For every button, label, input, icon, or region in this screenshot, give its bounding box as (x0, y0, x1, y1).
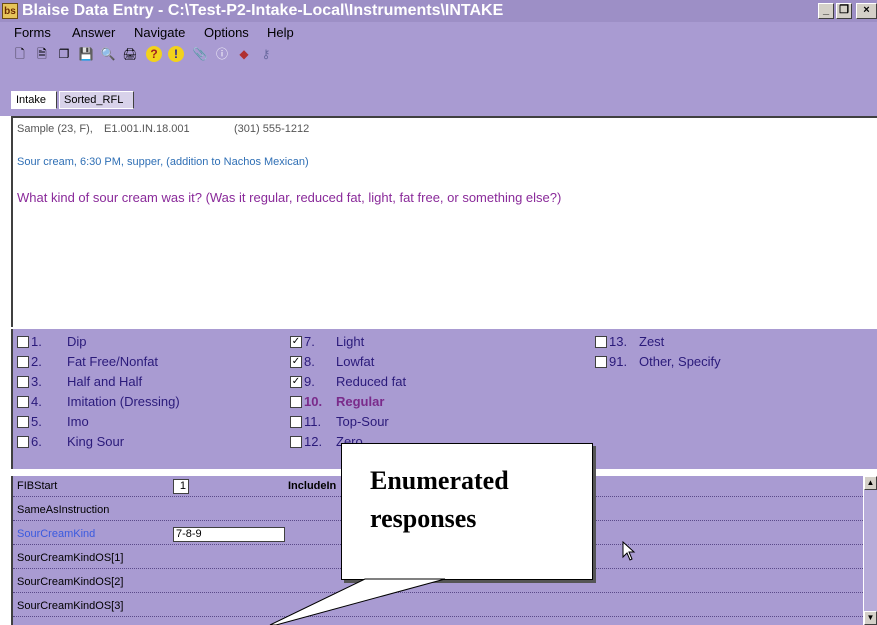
window-title: Blaise Data Entry - C:\Test-P2-Intake-Lo… (22, 2, 504, 19)
menu-bar: Forms Answer Navigate Options Help (0, 22, 877, 42)
option-fat-free[interactable]: 2. Fat Free/Nonfat (17, 354, 217, 370)
callout-line-1: Enumerated (370, 466, 509, 495)
close-button[interactable]: × (856, 3, 877, 19)
callout-box: Enumerated responses (341, 443, 593, 580)
option-reduced-fat[interactable]: ✓ 9. Reduced fat (290, 374, 490, 390)
tab-sorted-rfl[interactable]: Sorted_RFL (59, 91, 134, 109)
option-top-sour[interactable]: 11. Top-Sour (290, 414, 490, 430)
option-dip[interactable]: 1. Dip (17, 334, 217, 350)
option-king-sour[interactable]: 6. King Sour (17, 434, 217, 450)
tab-intake[interactable]: Intake (11, 91, 57, 109)
option-zest[interactable]: 13. Zest (595, 334, 795, 350)
sourcreamkind-field[interactable]: 7-8-9 (173, 527, 285, 542)
checkbox[interactable] (17, 416, 29, 428)
tag-icon[interactable]: ◆ (236, 46, 252, 62)
alert-icon[interactable]: ! (168, 46, 184, 62)
respondent-info: Sample (23, F), (17, 123, 93, 135)
print-preview-icon[interactable]: 🖨 (122, 46, 138, 62)
callout-line-2: responses (370, 504, 477, 533)
minimize-button[interactable]: _ (818, 3, 834, 19)
checkbox[interactable] (290, 416, 302, 428)
phone-number: (301) 555-1212 (234, 123, 310, 135)
checkbox-checked[interactable]: ✓ (290, 376, 302, 388)
question-text: What kind of sour cream was it? (Was it … (17, 190, 562, 205)
option-half-and-half[interactable]: 3. Half and Half (17, 374, 217, 390)
mouse-cursor-icon (622, 541, 636, 561)
toolbar: 🗋 🗎 ❐ 💾 🔍 🖨 ? ! 📎 ⓘ ◆ ⚷ (0, 42, 877, 68)
callout-pointer (269, 578, 446, 625)
case-id: E1.001.IN.18.001 (104, 123, 190, 135)
checkbox-checked[interactable]: ✓ (290, 356, 302, 368)
option-imo[interactable]: 5. Imo (17, 414, 217, 430)
menu-forms[interactable]: Forms (14, 25, 51, 40)
checkbox[interactable] (17, 356, 29, 368)
menu-navigate[interactable]: Navigate (134, 25, 185, 40)
checkbox[interactable] (17, 376, 29, 388)
menu-options[interactable]: Options (204, 25, 249, 40)
option-imitation[interactable]: 4. Imitation (Dressing) (17, 394, 217, 410)
option-regular[interactable]: 10. Regular (290, 394, 490, 410)
fibstart-field[interactable]: 1 (173, 479, 189, 494)
option-lowfat[interactable]: ✓ 8. Lowfat (290, 354, 490, 370)
checkbox[interactable] (17, 436, 29, 448)
question-context: Sour cream, 6:30 PM, supper, (addition t… (17, 156, 309, 168)
scrollbar[interactable]: ▲ ▼ (863, 476, 877, 625)
checkbox[interactable] (290, 396, 302, 408)
key-icon[interactable]: ⚷ (258, 46, 274, 62)
document-icon[interactable]: 🗎 (34, 46, 50, 62)
restore-button[interactable]: ❐ (836, 3, 852, 19)
option-light[interactable]: ✓ 7. Light (290, 334, 490, 350)
field-section-label: IncludeIn (288, 480, 337, 492)
checkbox[interactable] (17, 396, 29, 408)
paperclip-icon[interactable]: 📎 (192, 46, 208, 62)
option-other-specify[interactable]: 91. Other, Specify (595, 354, 795, 370)
help-icon[interactable]: ? (146, 46, 162, 62)
copy-icon[interactable]: ❐ (56, 46, 72, 62)
checkbox[interactable] (290, 436, 302, 448)
checkbox[interactable] (17, 336, 29, 348)
scroll-up-icon[interactable]: ▲ (864, 476, 877, 490)
scroll-down-icon[interactable]: ▼ (864, 611, 877, 625)
find-icon[interactable]: 🔍 (100, 46, 116, 62)
question-pane: Sample (23, F), E1.001.IN.18.001 (301) 5… (11, 116, 877, 327)
menu-help[interactable]: Help (267, 25, 294, 40)
checkbox[interactable] (595, 356, 607, 368)
info-icon[interactable]: ⓘ (214, 46, 230, 62)
checkbox-checked[interactable]: ✓ (290, 336, 302, 348)
menu-answer[interactable]: Answer (72, 25, 115, 40)
app-icon[interactable]: bs (2, 3, 18, 19)
new-page-icon[interactable]: 🗋 (12, 46, 28, 62)
save-icon[interactable]: 💾 (78, 46, 94, 62)
checkbox[interactable] (595, 336, 607, 348)
